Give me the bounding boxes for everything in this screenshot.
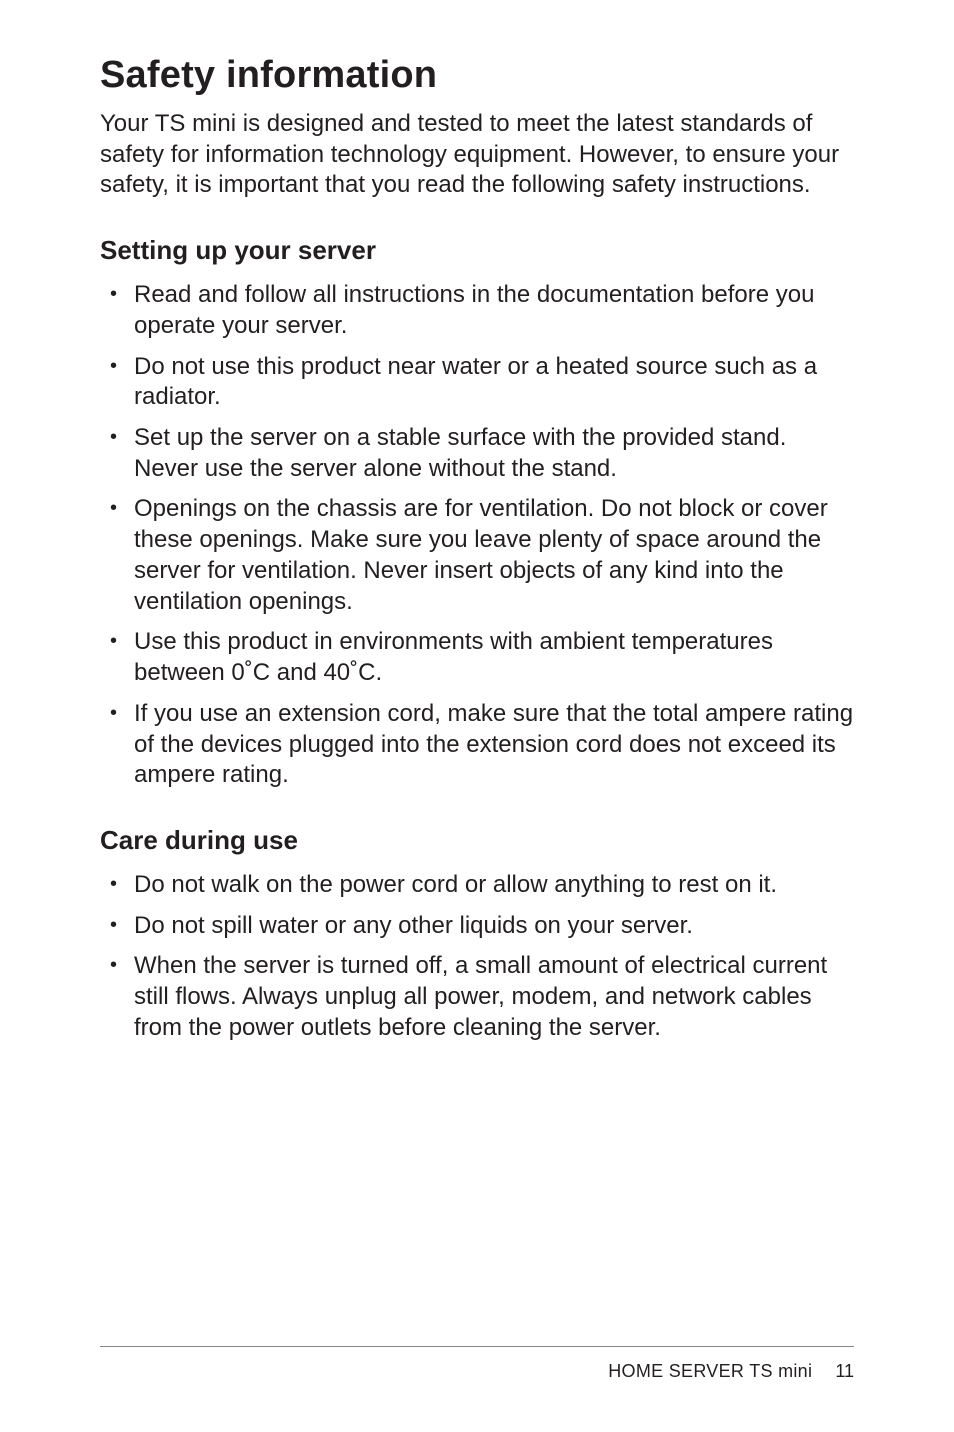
bullet-list-care: Do not walk on the power cord or allow a…: [100, 870, 854, 1044]
footer-page-number: 11: [835, 1361, 854, 1382]
intro-paragraph: Your TS mini is designed and tested to m…: [100, 109, 854, 201]
list-item: Openings on the chassis are for ventilat…: [100, 494, 854, 617]
section-heading-setup: Setting up your server: [100, 235, 854, 266]
document-page: Safety information Your TS mini is desig…: [0, 0, 954, 1432]
footer-product: HOME SERVER TS mini: [608, 1361, 812, 1381]
list-item: Do not use this product near water or a …: [100, 352, 854, 413]
page-footer: HOME SERVER TS mini 11: [100, 1346, 854, 1382]
list-item: Use this product in environments with am…: [100, 627, 854, 688]
list-item: Set up the server on a stable surface wi…: [100, 423, 854, 484]
page-title: Safety information: [100, 54, 854, 97]
bullet-list-setup: Read and follow all instructions in the …: [100, 280, 854, 791]
list-item: Do not spill water or any other liquids …: [100, 911, 854, 942]
footer-divider: [100, 1346, 854, 1347]
list-item: Read and follow all instructions in the …: [100, 280, 854, 341]
footer-text: HOME SERVER TS mini 11: [100, 1361, 854, 1382]
section-heading-care: Care during use: [100, 825, 854, 856]
list-item: When the server is turned off, a small a…: [100, 951, 854, 1043]
list-item: If you use an extension cord, make sure …: [100, 699, 854, 791]
list-item: Do not walk on the power cord or allow a…: [100, 870, 854, 901]
